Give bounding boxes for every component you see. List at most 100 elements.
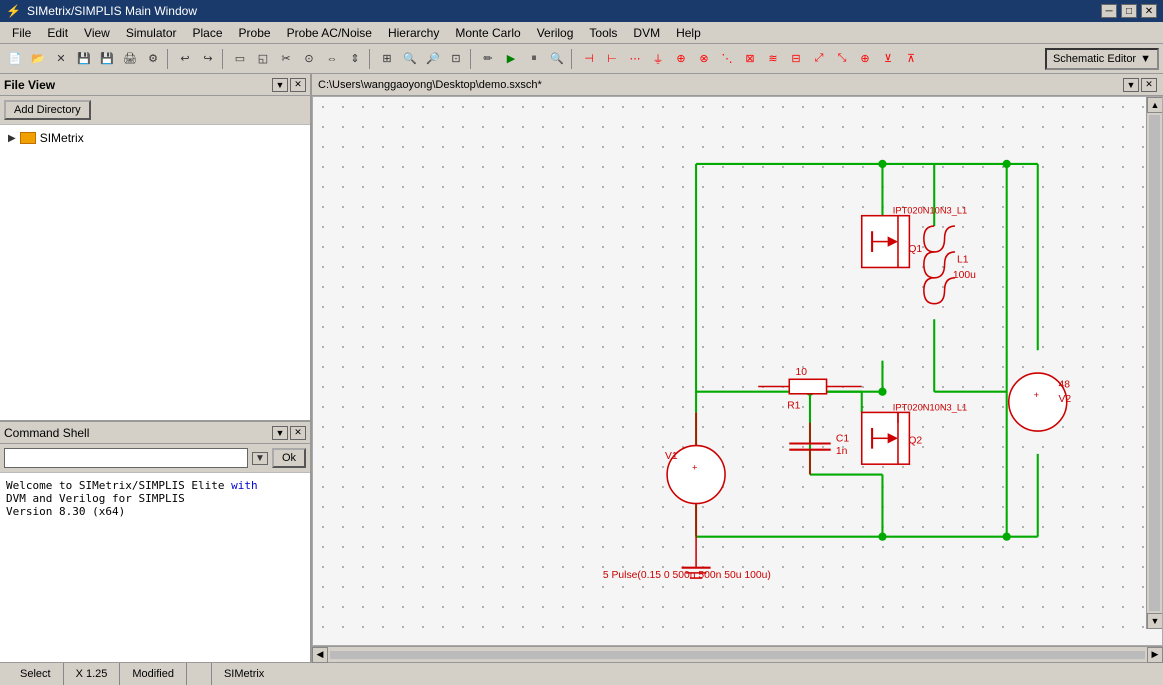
tb-more1[interactable]: ⊗ — [693, 48, 715, 70]
sep1 — [167, 49, 171, 69]
file-view-header: File View ▼ ✕ — [0, 74, 310, 96]
menu-simulator[interactable]: Simulator — [118, 24, 185, 42]
maximize-button[interactable]: □ — [1121, 4, 1137, 18]
menu-verilog[interactable]: Verilog — [529, 24, 582, 42]
q1-mosfet-label: IPT020N10N3_L1 — [893, 206, 967, 216]
tb-open[interactable]: 📂 — [27, 48, 49, 70]
file-view-minimize-btn[interactable]: ▼ — [272, 78, 288, 92]
tb-probe[interactable]: 🔍 — [546, 48, 568, 70]
menu-monte-carlo[interactable]: Monte Carlo — [447, 24, 528, 42]
tb-mirror[interactable]: ⇔ — [321, 48, 343, 70]
tb-cut[interactable]: ✂ — [275, 48, 297, 70]
tb-rect[interactable]: ▭ — [229, 48, 251, 70]
titlebar-title: SIMetrix/SIMPLIS Main Window — [27, 4, 197, 18]
horizontal-scrollbar[interactable]: ◀ ▶ — [312, 646, 1163, 662]
tb-settings[interactable]: ⚙ — [142, 48, 164, 70]
tb-more7[interactable]: ⤡ — [831, 48, 853, 70]
menu-file[interactable]: File — [4, 24, 39, 42]
minimize-button[interactable]: ─ — [1101, 4, 1117, 18]
statusbar: Select X 1.25 Modified SIMetrix — [0, 662, 1163, 685]
scroll-right-btn[interactable]: ▶ — [1147, 647, 1163, 663]
cap-value-label: 1n — [836, 446, 848, 457]
cmd-shell-input[interactable] — [4, 448, 248, 468]
tb-more4[interactable]: ≋ — [762, 48, 784, 70]
status-app: SIMetrix — [212, 663, 1155, 685]
schematic-area: C:\Users\wanggaoyong\Desktop\demo.sxsch*… — [312, 74, 1163, 662]
scroll-track-h — [330, 651, 1145, 659]
menu-view[interactable]: View — [76, 24, 118, 42]
tb-wire[interactable]: ⊣ — [578, 48, 600, 70]
schematic-canvas-wrap[interactable]: 10 R1 C1 1n + V1 — [312, 96, 1163, 646]
tb-more8[interactable]: ⊕ — [854, 48, 876, 70]
menu-probe-ac-noise[interactable]: Probe AC/Noise — [279, 24, 380, 42]
tb-poly[interactable]: ◱ — [252, 48, 274, 70]
tb-bus[interactable]: ⊢ — [601, 48, 623, 70]
menu-place[interactable]: Place — [185, 24, 231, 42]
tb-pause[interactable]: ⏸ — [523, 48, 545, 70]
cmd-output-line-2: DVM and Verilog for SIMPLIS — [6, 492, 304, 505]
tb-redo[interactable]: ↪ — [197, 48, 219, 70]
menu-tools[interactable]: Tools — [581, 24, 625, 42]
tb-more10[interactable]: ⊼ — [900, 48, 922, 70]
tree-item-simetrix[interactable]: ▶ SIMetrix — [4, 129, 306, 147]
toolbar: 📄 📂 ✕ 💾 💾 🖨 ⚙ ↩ ↪ ▭ ◱ ✂ ⊙ ⇔ ⇕ ⊞ 🔍 🔎 ⊡ ✏ … — [0, 44, 1163, 74]
inductor-value-label: 100u — [953, 270, 976, 281]
tb-more2[interactable]: ⋱ — [716, 48, 738, 70]
tb-zoom-out[interactable]: 🔍 — [399, 48, 421, 70]
cmd-dropdown-arrow[interactable]: ▼ — [252, 452, 268, 465]
cmd-shell-output: Welcome to SIMetrix/SIMPLIS Elite with D… — [0, 473, 310, 662]
schematic-canvas: 10 R1 C1 1n + V1 — [313, 97, 1162, 645]
cmd-shell-close-btn[interactable]: ✕ — [290, 426, 306, 440]
sep4 — [470, 49, 474, 69]
file-view-title: File View — [4, 78, 55, 92]
q1-ref-label: Q1 — [908, 244, 922, 255]
q2-ref-label: Q2 — [908, 435, 922, 446]
cap-ref-label: C1 — [836, 433, 849, 444]
tb-zoom-rect[interactable]: ⊡ — [445, 48, 467, 70]
cmd-shell-minimize-btn[interactable]: ▼ — [272, 426, 288, 440]
tb-pencil[interactable]: ✏ — [477, 48, 499, 70]
tb-new[interactable]: 📄 — [4, 48, 26, 70]
tb-more3[interactable]: ⊠ — [739, 48, 761, 70]
schematic-minimize-btn[interactable]: ▼ — [1123, 78, 1139, 92]
command-shell-panel: Command Shell ▼ ✕ ▼ Ok Welcome to SIMetr… — [0, 422, 310, 662]
cmd-ok-button[interactable]: Ok — [272, 448, 306, 468]
tb-more9[interactable]: ⊻ — [877, 48, 899, 70]
sep5 — [571, 49, 575, 69]
q2-mosfet-label: IPT020N10N3_L1 — [893, 402, 967, 412]
tb-zoom-fit[interactable]: ⊞ — [376, 48, 398, 70]
tb-run[interactable]: ▶ — [500, 48, 522, 70]
tb-undo[interactable]: ↩ — [174, 48, 196, 70]
menu-help[interactable]: Help — [668, 24, 709, 42]
tb-gnd[interactable]: ⏚ — [647, 48, 669, 70]
tb-mirror2[interactable]: ⇕ — [344, 48, 366, 70]
tb-save2[interactable]: 💾 — [96, 48, 118, 70]
tb-more5[interactable]: ⊟ — [785, 48, 807, 70]
schematic-editor-dropdown[interactable]: Schematic Editor ▼ — [1045, 48, 1159, 70]
schematic-controls: ▼ ✕ — [1123, 78, 1157, 92]
scroll-left-btn[interactable]: ◀ — [312, 647, 328, 663]
menu-edit[interactable]: Edit — [39, 24, 76, 42]
file-view-close-btn[interactable]: ✕ — [290, 78, 306, 92]
resistor-value-label: 10 — [795, 367, 807, 378]
tb-copy[interactable]: ⊙ — [298, 48, 320, 70]
menu-probe[interactable]: Probe — [231, 24, 279, 42]
menu-hierarchy[interactable]: Hierarchy — [380, 24, 447, 42]
tree-expand-arrow: ▶ — [8, 133, 16, 144]
add-directory-button[interactable]: Add Directory — [4, 100, 91, 120]
inductor-ref-label: L1 — [957, 254, 969, 265]
resistor-ref-label: R1 — [787, 400, 800, 411]
schematic-close-btn[interactable]: ✕ — [1141, 78, 1157, 92]
file-view-content[interactable]: ▶ SIMetrix — [0, 125, 310, 420]
tb-more6[interactable]: ⤢ — [808, 48, 830, 70]
tb-save[interactable]: 💾 — [73, 48, 95, 70]
tb-close[interactable]: ✕ — [50, 48, 72, 70]
tb-zoom-in[interactable]: 🔎 — [422, 48, 444, 70]
close-button[interactable]: ✕ — [1141, 4, 1157, 18]
menubar: File Edit View Simulator Place Probe Pro… — [0, 22, 1163, 44]
tb-print[interactable]: 🖨 — [119, 48, 141, 70]
tb-vcc[interactable]: ⊕ — [670, 48, 692, 70]
tb-junction[interactable]: ⋯ — [624, 48, 646, 70]
menu-dvm[interactable]: DVM — [625, 24, 668, 42]
folder-icon — [20, 132, 36, 144]
